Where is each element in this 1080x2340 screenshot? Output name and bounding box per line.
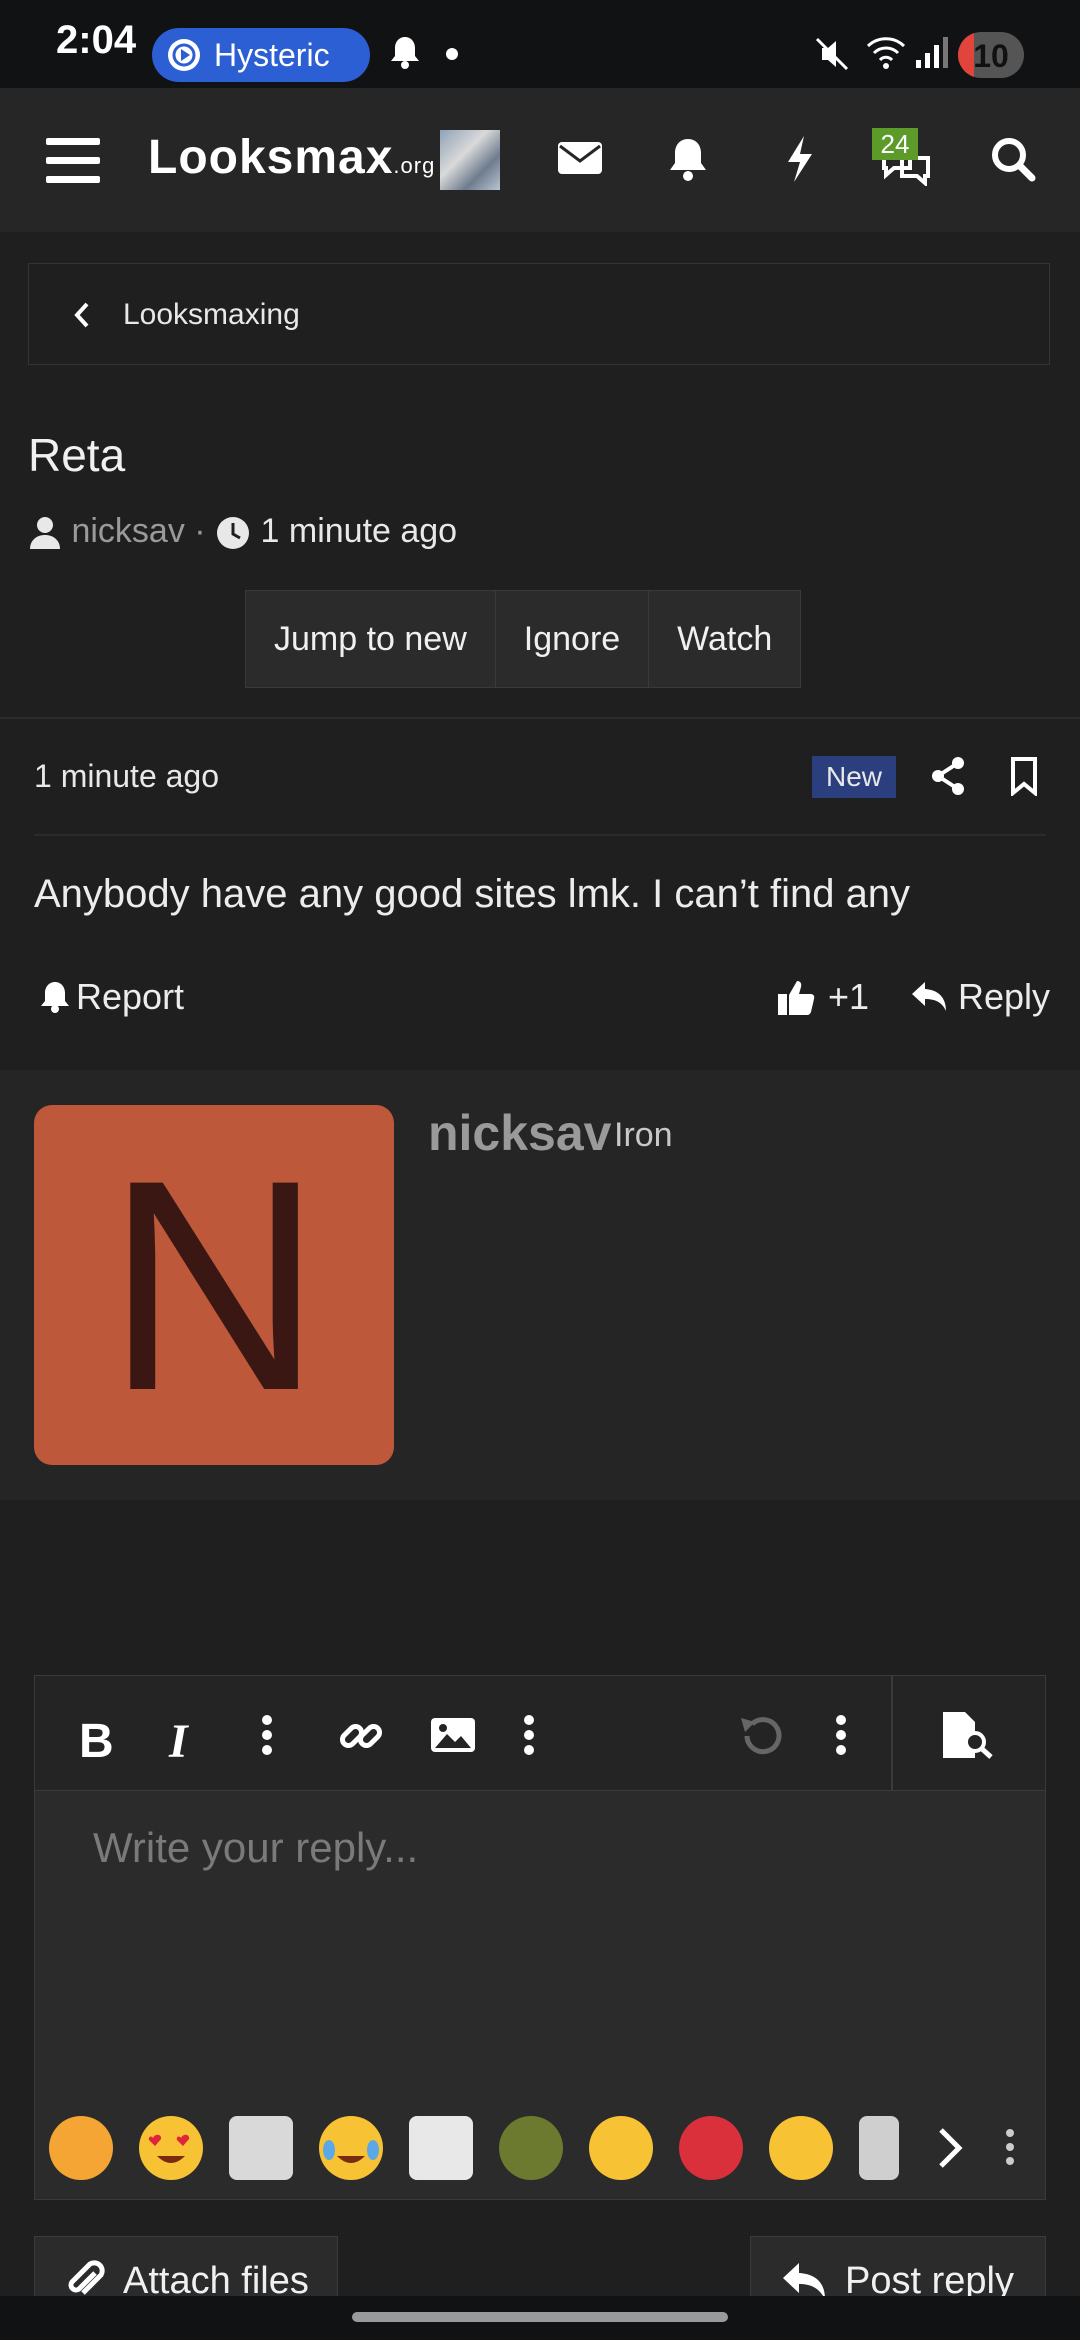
- signal-icon: [914, 34, 950, 70]
- author-avatar[interactable]: N: [34, 1105, 394, 1465]
- battery-level: 10: [973, 38, 1009, 74]
- clock-icon: [215, 515, 251, 551]
- menu-icon[interactable]: [44, 136, 102, 186]
- new-badge: New: [812, 756, 896, 798]
- site-header: Looksmax.org 24: [0, 88, 1080, 232]
- post-divider: [34, 834, 1046, 836]
- media-pill-label: Hysteric: [214, 37, 330, 73]
- mail-icon[interactable]: [556, 138, 604, 178]
- chevron-left-icon: [71, 300, 93, 330]
- thumbs-up-icon: [776, 977, 816, 1017]
- more-vertical-icon[interactable]: [523, 1714, 535, 1756]
- notification-bell-icon: [388, 34, 422, 70]
- lightning-icon[interactable]: [784, 134, 816, 184]
- link-icon[interactable]: [337, 1712, 385, 1760]
- site-logo[interactable]: Looksmax.org: [148, 130, 435, 185]
- report-bell-icon: [40, 980, 70, 1014]
- shrek-emoji-icon[interactable]: [499, 2116, 563, 2180]
- post-time[interactable]: 1 minute ago: [34, 758, 219, 795]
- logo-main: Looksmax: [148, 131, 394, 184]
- dot-icon: [446, 48, 458, 60]
- divider: [0, 717, 1080, 719]
- editor-toolbar: B I: [35, 1676, 1045, 1791]
- reply-arrow-icon: [781, 2261, 827, 2301]
- author-title: Iron: [614, 1116, 673, 1154]
- like-button[interactable]: +1: [776, 976, 869, 1018]
- reply-input[interactable]: Write your reply...: [93, 1824, 418, 1872]
- angry-emoji-icon[interactable]: [679, 2116, 743, 2180]
- jump-to-new-button[interactable]: Jump to new: [246, 591, 496, 687]
- share-icon[interactable]: [930, 756, 966, 796]
- thread-actions: Jump to new Ignore Watch: [245, 590, 802, 688]
- author-card: N nicksav Iron: [0, 1070, 1080, 1500]
- report-label: Report: [76, 976, 185, 1017]
- reply-button[interactable]: Reply: [910, 976, 1050, 1018]
- laughing-tears-emoji-icon[interactable]: [319, 2116, 383, 2180]
- smile-emoji-icon[interactable]: [49, 2116, 113, 2180]
- meta-separator: ·: [194, 512, 206, 550]
- breadcrumb[interactable]: Looksmaxing: [28, 263, 1050, 365]
- user-avatar[interactable]: [440, 130, 500, 190]
- bold-icon[interactable]: B: [79, 1714, 114, 1769]
- like-count: +1: [828, 976, 870, 1017]
- more-vertical-icon[interactable]: [1005, 2128, 1015, 2166]
- media-pill[interactable]: Hysteric: [152, 28, 370, 82]
- toolbar-separator: [891, 1676, 893, 1790]
- user-icon: [28, 515, 62, 551]
- post-body: Anybody have any good sites lmk. I can’t…: [34, 872, 911, 916]
- more-vertical-icon[interactable]: [835, 1714, 847, 1756]
- rofl-emoji-icon[interactable]: [589, 2116, 653, 2180]
- search-icon[interactable]: [990, 136, 1036, 182]
- status-bar: 2:04 Hysteric 10: [0, 0, 1080, 88]
- breadcrumb-label: Looksmaxing: [123, 298, 300, 331]
- more-vertical-icon[interactable]: [261, 1714, 273, 1756]
- reply-icon: [910, 980, 948, 1014]
- heart-eyes-emoji-icon[interactable]: [139, 2116, 203, 2180]
- bell-icon[interactable]: [668, 136, 708, 182]
- logo-suffix: .org: [393, 153, 436, 178]
- media-icon: [168, 39, 200, 71]
- reply-label: Reply: [958, 976, 1051, 1017]
- thread-time: 1 minute ago: [260, 512, 458, 550]
- blushing-emoji-icon[interactable]: [769, 2116, 833, 2180]
- undo-icon[interactable]: [737, 1714, 783, 1758]
- meme-face-emoji-icon[interactable]: [409, 2116, 473, 2180]
- ignore-button[interactable]: Ignore: [495, 591, 650, 687]
- report-button[interactable]: Report: [40, 976, 184, 1018]
- thread-title: Reta: [28, 429, 126, 481]
- wojak-emoji-icon[interactable]: [859, 2116, 899, 2180]
- chat-badge: 24: [872, 128, 918, 160]
- chevron-right-icon[interactable]: [935, 2126, 965, 2170]
- battery-icon: 10: [958, 32, 1024, 78]
- author-username[interactable]: nicksav: [428, 1104, 611, 1162]
- thread-meta: nicksav · 1 minute ago: [28, 512, 457, 551]
- status-time: 2:04: [56, 18, 137, 62]
- avatar-letter: N: [105, 1117, 323, 1453]
- mute-icon: [814, 36, 850, 72]
- italic-icon[interactable]: I: [169, 1714, 188, 1769]
- crying-meme-emoji-icon[interactable]: [229, 2116, 293, 2180]
- watch-button[interactable]: Watch: [649, 591, 801, 687]
- home-indicator[interactable]: [352, 2312, 728, 2322]
- thread-author[interactable]: nicksav: [71, 512, 184, 550]
- preview-icon[interactable]: [939, 1710, 997, 1760]
- bookmark-icon[interactable]: [1010, 756, 1038, 796]
- image-icon[interactable]: [429, 1716, 477, 1754]
- reply-editor: B I Write your reply...: [34, 1675, 1046, 2200]
- wifi-icon: [864, 32, 908, 72]
